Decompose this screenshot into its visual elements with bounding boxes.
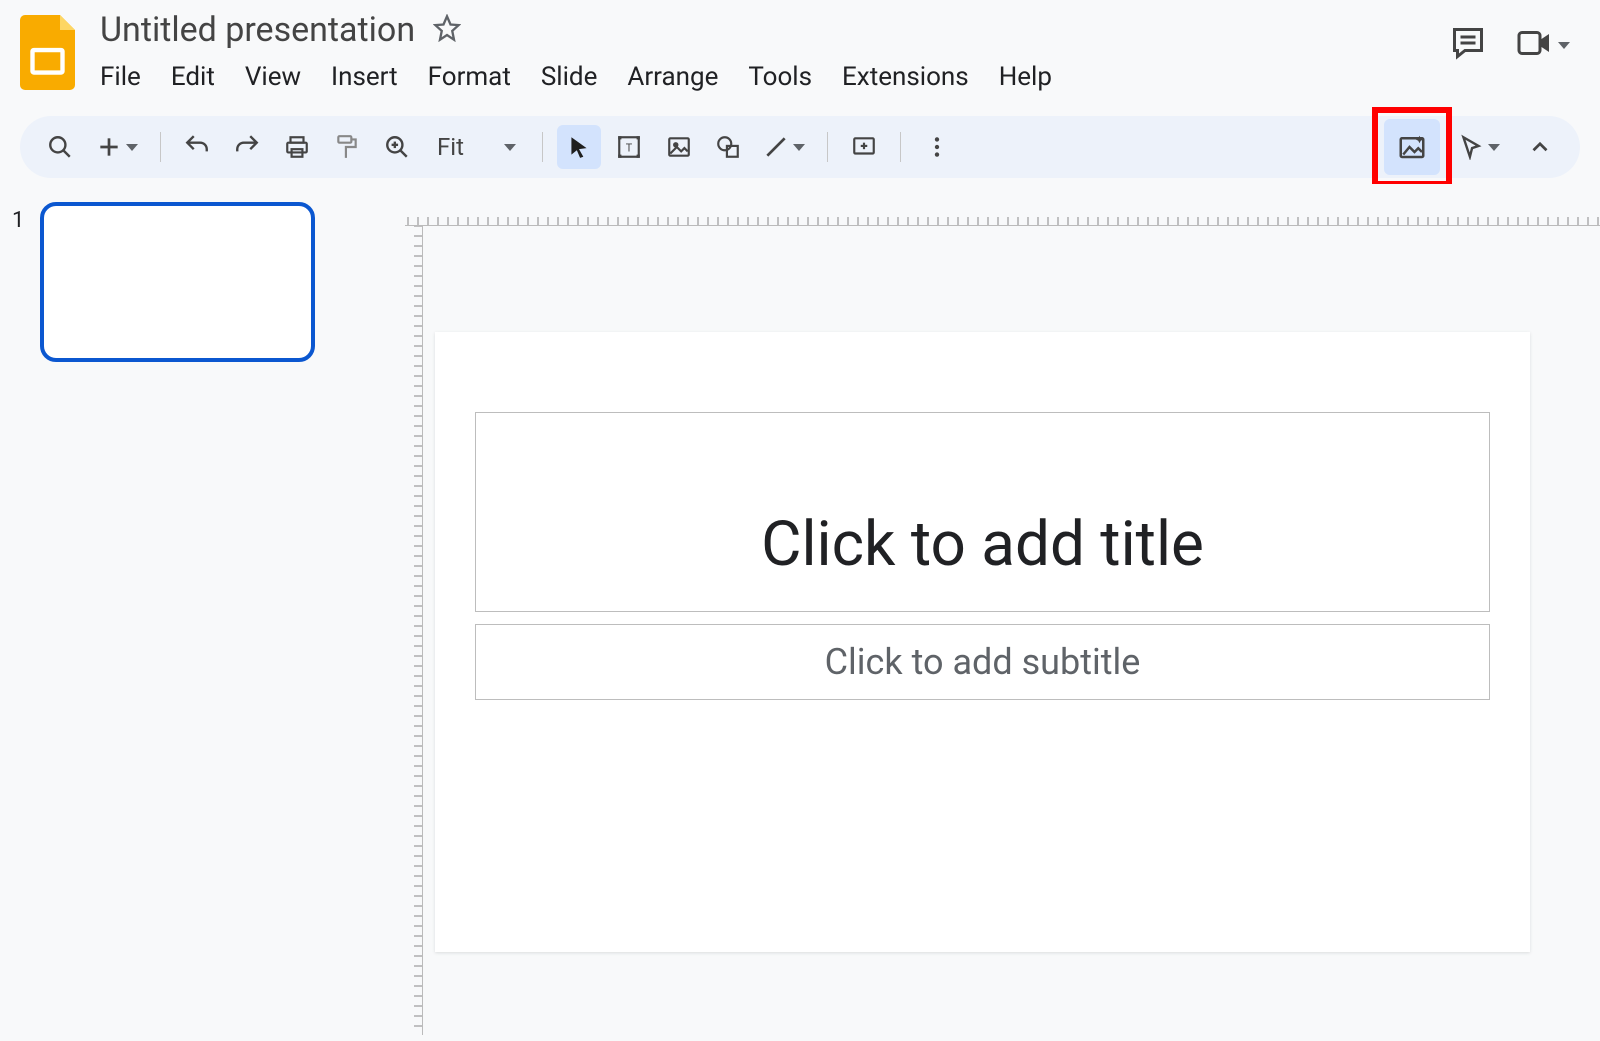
slide-number: 1: [12, 202, 24, 1017]
search-menus-button[interactable]: [38, 125, 82, 169]
slide-canvas[interactable]: Click to add title Click to add subtitle: [435, 332, 1530, 952]
shape-button[interactable]: [707, 125, 749, 169]
chevron-down-icon: [1558, 42, 1570, 49]
select-tool[interactable]: [557, 125, 601, 169]
separator: [542, 132, 543, 162]
chevron-down-icon: [126, 144, 138, 151]
menu-edit[interactable]: Edit: [171, 62, 215, 92]
comment-history-icon[interactable]: [1450, 25, 1486, 65]
toolbar-right: [1384, 119, 1562, 175]
zoom-label: Fit: [437, 133, 464, 161]
menu-insert[interactable]: Insert: [331, 62, 398, 92]
pointer-button[interactable]: [1450, 125, 1508, 169]
toolbar: Fit T Create image with Due: [20, 116, 1580, 178]
slide-thumbnail[interactable]: [40, 202, 315, 362]
collapse-toolbar-button[interactable]: [1518, 125, 1562, 169]
menu-file[interactable]: File: [100, 62, 141, 92]
menu-help[interactable]: Help: [999, 62, 1052, 92]
redo-button[interactable]: [225, 125, 269, 169]
chevron-down-icon: [793, 144, 805, 151]
chevron-down-icon: [504, 144, 516, 151]
duet-ai-image-button[interactable]: [1384, 119, 1440, 175]
undo-button[interactable]: [175, 125, 219, 169]
more-button[interactable]: [915, 125, 959, 169]
text-box-button[interactable]: T: [607, 125, 651, 169]
zoom-select[interactable]: Fit: [425, 133, 528, 161]
slide-panel: 1: [0, 184, 345, 1035]
new-slide-button[interactable]: [88, 125, 146, 169]
line-button[interactable]: [755, 125, 813, 169]
horizontal-ruler: [405, 208, 1600, 226]
vertical-ruler: [405, 226, 423, 1035]
header-right: [1450, 25, 1580, 65]
add-comment-button[interactable]: [842, 125, 886, 169]
svg-text:T: T: [626, 141, 633, 154]
menu-arrange[interactable]: Arrange: [627, 62, 718, 92]
print-button[interactable]: [275, 125, 319, 169]
canvas-area: Click to add title Click to add subtitle: [345, 184, 1600, 1035]
menu-view[interactable]: View: [245, 62, 301, 92]
menu-format[interactable]: Format: [428, 62, 511, 92]
document-title[interactable]: Untitled presentation: [100, 10, 415, 50]
chevron-down-icon: [1488, 144, 1500, 151]
menu-extensions[interactable]: Extensions: [842, 62, 969, 92]
separator: [160, 132, 161, 162]
slides-logo[interactable]: [20, 15, 80, 90]
title-area: Untitled presentation File Edit View Ins…: [100, 10, 1450, 92]
present-button[interactable]: [1516, 25, 1570, 65]
separator: [900, 132, 901, 162]
menu-slide[interactable]: Slide: [541, 62, 598, 92]
menu-tools[interactable]: Tools: [748, 62, 812, 92]
workspace: 1 Click to add title Click to add subtit…: [0, 184, 1600, 1035]
header: Untitled presentation File Edit View Ins…: [0, 0, 1600, 110]
star-icon[interactable]: [433, 14, 461, 46]
title-placeholder[interactable]: Click to add title: [475, 412, 1490, 612]
camera-icon: [1516, 25, 1552, 65]
separator: [827, 132, 828, 162]
paint-format-button[interactable]: [325, 125, 369, 169]
image-button[interactable]: [657, 125, 701, 169]
menu-bar: File Edit View Insert Format Slide Arran…: [100, 62, 1450, 92]
subtitle-placeholder[interactable]: Click to add subtitle: [475, 624, 1490, 700]
zoom-button[interactable]: [375, 125, 419, 169]
